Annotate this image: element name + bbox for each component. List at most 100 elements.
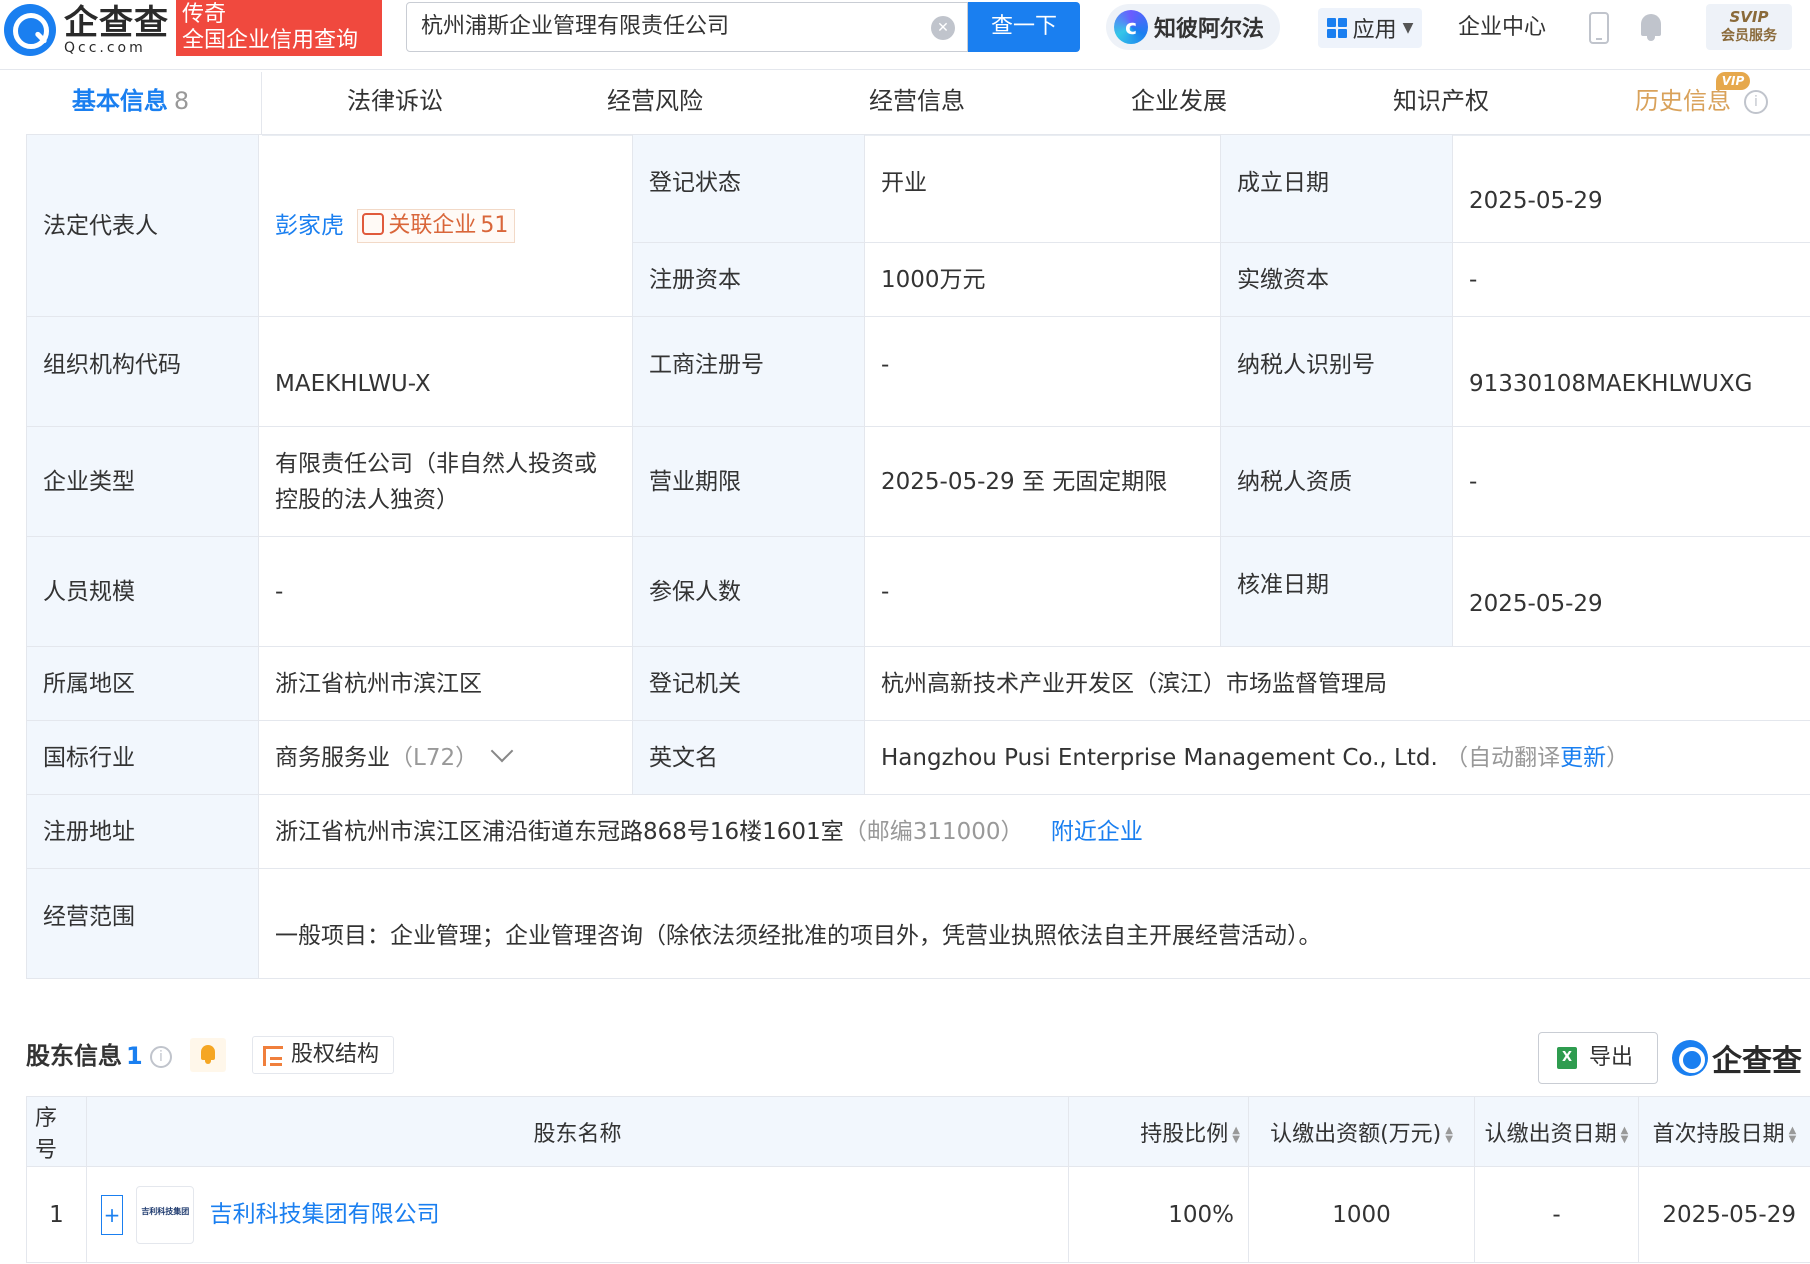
row-sub-date: - xyxy=(1474,1166,1639,1263)
region-label: 所属地区 xyxy=(26,646,259,721)
address-label: 注册地址 xyxy=(26,794,259,869)
apps-menu[interactable]: 应用 ▼ xyxy=(1318,8,1422,48)
postcode: （邮编311000） xyxy=(843,818,1024,845)
col-sub-date[interactable]: 认缴出资日期 ▲ ▼ xyxy=(1474,1096,1639,1167)
slogan-banner[interactable]: 传奇 全国企业信用查询 xyxy=(176,0,382,56)
info-icon[interactable]: i xyxy=(1744,90,1768,114)
tab-ip[interactable]: 知识产权 xyxy=(1346,72,1536,134)
scope-value: 一般项目：企业管理；企业管理咨询（除依法须经批准的项目外，凭营业执照依法自主开展… xyxy=(258,868,1810,979)
tab-risk[interactable]: 经营风险 xyxy=(560,72,750,134)
mobile-icon[interactable] xyxy=(1589,12,1609,44)
apps-grid-icon xyxy=(1326,18,1347,38)
english-name-cell: Hangzhou Pusi Enterprise Management Co.,… xyxy=(864,720,1810,795)
tab-basic-info[interactable]: 基本信息 8 xyxy=(0,72,262,134)
reg-authority-value: 杭州高新技术产业开发区（滨江）市场监督管理局 xyxy=(864,646,1810,721)
table-row: 1 + 吉利科技集团 吉利科技集团有限公司 100% 1000 - 2025-0… xyxy=(26,1166,1810,1263)
row-amount: 1000 xyxy=(1248,1166,1475,1263)
industry-label: 国标行业 xyxy=(26,720,259,795)
nearby-companies-link[interactable]: 附近企业 xyxy=(1051,819,1143,845)
chevron-down-icon[interactable] xyxy=(490,739,514,762)
industry-cell[interactable]: 商务服务业（L72） xyxy=(258,720,633,795)
biz-term-value: 2025-05-29 至 无固定期限 xyxy=(864,426,1221,537)
search-button[interactable]: 查一下 xyxy=(968,2,1080,52)
biz-reg-no-label: 工商注册号 xyxy=(632,316,865,427)
col-name: 股东名称 xyxy=(86,1096,1069,1167)
qcc-logo-icon xyxy=(1672,1040,1708,1076)
row-ratio: 100% xyxy=(1068,1166,1249,1263)
address-cell: 浙江省杭州市滨江区浦沿街道东冠路868号16楼1601室（邮编311000） 附… xyxy=(258,794,1810,869)
slogan-line-2: 全国企业信用查询 xyxy=(182,28,359,53)
biz-reg-no-value: - xyxy=(864,316,1221,427)
top-header: 企查查 Qcc.com 传奇 全国企业信用查询 杭州浦斯企业管理有限责任公司 ✕… xyxy=(0,0,1810,70)
org-code-label: 组织机构代码 xyxy=(26,316,259,427)
zhi-alpha-label: 知彼阿尔法 xyxy=(1154,17,1265,42)
col-amount[interactable]: 认缴出资额(万元) ▲ ▼ xyxy=(1248,1096,1475,1167)
qcc-watermark-text: 企查查 xyxy=(1712,1044,1802,1079)
logo-text: 企查查 xyxy=(64,3,169,43)
found-date-value: 2025-05-29 xyxy=(1452,134,1810,243)
qcc-logo[interactable]: 企查查 Qcc.com xyxy=(4,4,169,56)
company-type-label: 企业类型 xyxy=(26,426,259,537)
expand-icon[interactable]: + xyxy=(101,1194,123,1235)
scope-label: 经营范围 xyxy=(26,868,259,979)
slogan-line-1: 传奇 xyxy=(182,2,227,27)
network-icon xyxy=(362,213,385,235)
row-name-cell: + 吉利科技集团 吉利科技集团有限公司 xyxy=(86,1166,1069,1263)
equity-structure-label: 股权结构 xyxy=(291,1042,380,1067)
search-input[interactable]: 杭州浦斯企业管理有限责任公司 ✕ xyxy=(406,2,968,52)
col-sub-date-label: 认缴出资日期 xyxy=(1484,1121,1617,1147)
tab-operation[interactable]: 经营信息 xyxy=(822,72,1012,134)
zhi-alpha-button[interactable]: c 知彼阿尔法 xyxy=(1106,4,1280,50)
approve-date-value: 2025-05-29 xyxy=(1452,536,1810,647)
help-icon[interactable]: i xyxy=(150,1046,172,1068)
tab-development[interactable]: 企业发展 xyxy=(1084,72,1274,134)
insured-value: - xyxy=(864,536,1221,647)
taxpayer-qual-value: - xyxy=(1452,426,1810,537)
tab-legal[interactable]: 法律诉讼 xyxy=(300,72,490,134)
export-button[interactable]: X 导出 xyxy=(1538,1032,1658,1084)
chevron-down-icon: ▼ xyxy=(1402,20,1414,36)
sort-icon: ▲ ▼ xyxy=(1232,1124,1240,1145)
basic-info-table: 法定代表人 彭家虎 关联企业 51 登记状态 开业 成立日期 2025-05-29… xyxy=(26,134,1810,979)
tab-bar: 基本信息 8 法律诉讼 经营风险 经营信息 企业发展 知识产权 历史信息 xyxy=(0,72,1810,134)
shareholder-name-link[interactable]: 吉利科技集团有限公司 xyxy=(210,1201,440,1227)
apps-label: 应用 xyxy=(1352,18,1397,43)
col-ratio[interactable]: 持股比例 ▲ ▼ xyxy=(1068,1096,1249,1167)
tab-basic-info-count: 8 xyxy=(173,87,190,115)
vip-badge: VIP xyxy=(1716,72,1750,90)
qcc-watermark-logo: 企查查 xyxy=(1672,1038,1802,1079)
company-logo[interactable]: 吉利科技集团 xyxy=(136,1185,195,1244)
taxpayer-id-label: 纳税人识别号 xyxy=(1220,316,1453,427)
address-value: 浙江省杭州市滨江区浦沿街道东冠路868号16楼1601室 xyxy=(275,818,844,845)
biz-term-label: 营业期限 xyxy=(632,426,865,537)
legal-rep-link[interactable]: 彭家虎 xyxy=(275,213,344,239)
qcc-logo-icon xyxy=(4,4,56,56)
monitor-bell-icon[interactable] xyxy=(190,1038,226,1072)
region-value: 浙江省杭州市滨江区 xyxy=(258,646,633,721)
col-amount-label: 认缴出资额(万元) xyxy=(1270,1121,1442,1147)
legal-rep-label: 法定代表人 xyxy=(26,134,259,317)
svip-label: SVIP xyxy=(1729,8,1769,26)
tab-basic-info-label: 基本信息 xyxy=(71,87,168,115)
english-name-value: Hangzhou Pusi Enterprise Management Co.,… xyxy=(881,744,1438,771)
paid-capital-value: - xyxy=(1452,242,1810,317)
related-count: 51 xyxy=(480,213,509,238)
zhi-alpha-icon: c xyxy=(1114,10,1148,44)
logo-domain: Qcc.com xyxy=(64,40,146,56)
notification-bell-icon[interactable] xyxy=(1638,12,1664,42)
shareholder-table: 序号 股东名称 持股比例 ▲ ▼ 认缴出资额(万元) ▲ ▼ 认缴出资日期 ▲ ▼ 首次持股… xyxy=(26,1096,1810,1263)
translate-update-link[interactable]: 更新 xyxy=(1560,745,1606,771)
clear-icon[interactable]: ✕ xyxy=(931,16,955,40)
col-first-date[interactable]: 首次持股日期 ▲ ▼ xyxy=(1638,1096,1810,1167)
svip-button[interactable]: SVIP 会员服务 xyxy=(1706,4,1792,50)
col-ratio-label: 持股比例 xyxy=(1140,1121,1229,1147)
related-companies-badge[interactable]: 关联企业 51 xyxy=(357,209,516,243)
enterprise-center-link[interactable]: 企业中心 xyxy=(1458,12,1546,44)
search-input-value: 杭州浦斯企业管理有限责任公司 xyxy=(421,14,730,39)
auto-translate-suffix: ） xyxy=(1606,744,1630,771)
taxpayer-id-value: 91330108MAEKHLWUXG xyxy=(1452,316,1810,427)
shareholder-title-text: 股东信息 xyxy=(26,1042,122,1070)
sort-icon: ▲ ▼ xyxy=(1620,1124,1629,1145)
equity-structure-button[interactable]: 股权结构 xyxy=(252,1036,394,1074)
org-code-value: MAEKHLWU-X xyxy=(258,316,633,427)
